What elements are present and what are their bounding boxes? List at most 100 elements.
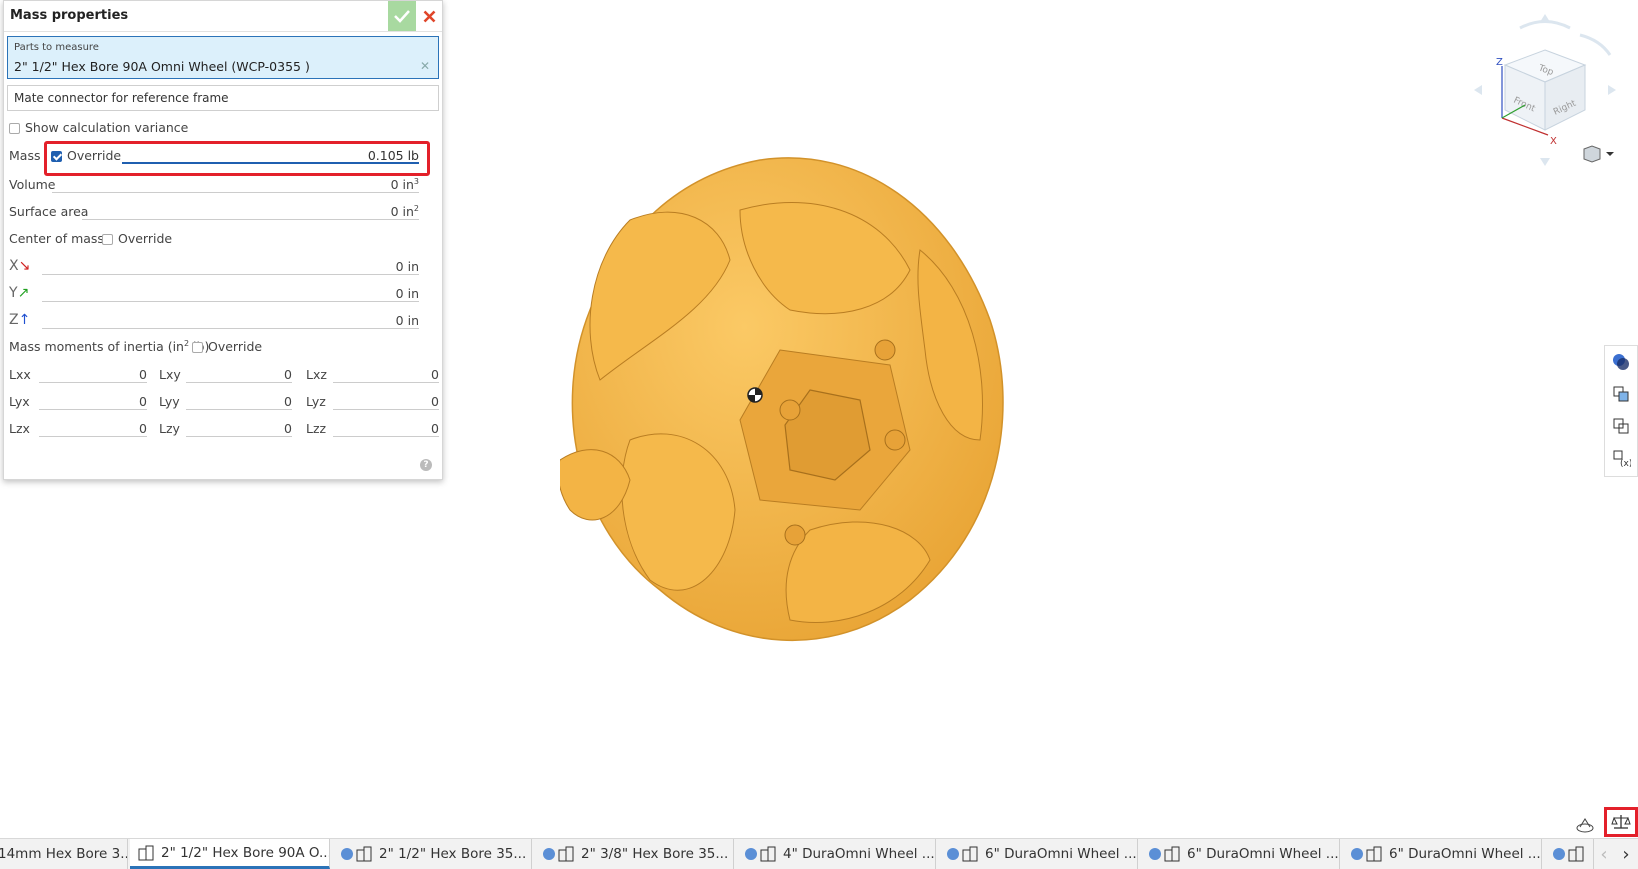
appearance-icon [1613, 354, 1629, 370]
clear-selection-icon[interactable]: ✕ [420, 59, 430, 73]
moi-value-lzy: 0 [284, 421, 292, 436]
tab-0[interactable]: 14mm Hex Bore 3... [0, 839, 128, 869]
tab-scroll-left-button[interactable]: ‹ [1594, 839, 1614, 869]
scale-icon [1611, 815, 1631, 829]
x-value: 0 in [395, 259, 419, 274]
x-field: 0 in [42, 259, 419, 275]
chevron-right-icon: › [1622, 843, 1630, 865]
moi-value-lyy: 0 [284, 394, 292, 409]
appearance-tool[interactable] [1605, 346, 1637, 378]
volume-field: 0 in3 [52, 177, 419, 193]
tab-label: 6" DuraOmni Wheel ... [985, 846, 1137, 862]
close-icon [423, 10, 435, 22]
moi-field-lxx: 0 [39, 367, 147, 383]
surface-area-field: 0 in2 [82, 204, 419, 220]
tab-label: 14mm Hex Bore 3... [0, 846, 128, 862]
moi-field-lyz: 0 [333, 394, 439, 410]
com-override[interactable]: Override [102, 231, 172, 246]
measure-tool[interactable] [1574, 815, 1596, 835]
moi-label-text: Mass moments of inertia (in [9, 339, 184, 355]
show-variance-row[interactable]: Show calculation variance [9, 120, 188, 135]
mate-connector-placeholder: Mate connector for reference frame [14, 91, 229, 105]
moi-label-lyz: Lyz [306, 394, 326, 409]
moi-override[interactable]: Override [192, 339, 262, 354]
help-icon[interactable]: ? [420, 459, 432, 471]
linked-document-icon [340, 846, 374, 862]
moi-override-checkbox[interactable] [192, 342, 203, 353]
right-side-toolbar: (x) [1604, 345, 1638, 477]
mass-properties-tool[interactable] [1604, 807, 1638, 837]
omni-wheel-model[interactable] [560, 150, 1030, 660]
x-arrow-icon: ↘ [18, 258, 31, 274]
show-variance-label: Show calculation variance [25, 120, 189, 135]
volume-label: Volume [9, 177, 56, 192]
x-axis-label: X [9, 258, 19, 274]
com-override-checkbox[interactable] [102, 234, 113, 245]
tab-label: 6" DuraOmni Wheel ... [1187, 846, 1339, 862]
show-variance-checkbox[interactable] [9, 123, 20, 134]
moi-label-lxx: Lxx [9, 367, 31, 382]
parts-to-measure-field[interactable]: Parts to measure 2" 1/2" Hex Bore 90A Om… [7, 36, 439, 79]
moi-label-lzx: Lzx [9, 421, 30, 436]
y-arrow-icon: ↗ [17, 285, 30, 301]
moi-label-lxy: Lxy [159, 367, 181, 382]
tab-5[interactable]: 6" DuraOmni Wheel ... [938, 839, 1138, 869]
mass-label: Mass [9, 148, 41, 163]
view-options-dropdown[interactable] [1578, 144, 1618, 164]
com-override-label: Override [118, 231, 173, 246]
linked-document-icon [744, 846, 778, 862]
z-field: 0 in [42, 313, 419, 329]
moi-field-lxz: 0 [333, 367, 439, 383]
tab-2[interactable]: 2" 1/2" Hex Bore 35... [332, 839, 532, 869]
moi-field-lzy: 0 [186, 421, 292, 437]
viewcube-z-label: Z [1496, 57, 1503, 68]
mass-highlight-box [44, 141, 430, 176]
moi-label: Mass moments of inertia (in2 lb) [9, 339, 209, 354]
mate-connector-field[interactable]: Mate connector for reference frame [7, 85, 439, 111]
linked-document-icon [946, 846, 980, 862]
moi-label-lyx: Lyx [9, 394, 30, 409]
parts-to-measure-label: Parts to measure [14, 42, 99, 53]
moi-value-lzx: 0 [139, 421, 147, 436]
tab-label: 4" DuraOmni Wheel ... [783, 846, 935, 862]
tab-label: 6" DuraOmni Wheel ... [1389, 846, 1541, 862]
tab-label: 2" 1/2" Hex Bore 35... [379, 846, 527, 862]
linked-document-icon [1350, 846, 1384, 862]
variables-tool[interactable]: (x) [1605, 442, 1637, 474]
moi-label-lzz: Lzz [306, 421, 327, 436]
y-value: 0 in [395, 286, 419, 301]
y-axis-row: Y↗ [9, 285, 29, 301]
tab-8-partial[interactable] [1544, 839, 1594, 869]
z-axis-row: Z↑ [9, 312, 30, 328]
tab-3[interactable]: 2" 3/8" Hex Bore 35... [534, 839, 734, 869]
dialog-header: Mass properties [4, 1, 442, 32]
accept-button[interactable] [388, 1, 416, 31]
volume-unit-exponent: 3 [413, 177, 419, 186]
mass-properties-dialog: Mass properties Parts to measure 2" 1/2"… [3, 0, 443, 480]
y-field: 0 in [42, 286, 419, 302]
variables-icon: (x) [1613, 450, 1631, 468]
chevron-down-icon [1606, 152, 1614, 156]
moi-value-lxz: 0 [431, 367, 439, 382]
tab-1[interactable]: 2" 1/2" Hex Bore 90A O... [130, 839, 330, 869]
tab-4[interactable]: 4" DuraOmni Wheel ... [736, 839, 936, 869]
viewcube-x-label: X [1550, 136, 1557, 147]
y-axis-label: Y [9, 285, 18, 301]
check-icon [394, 10, 410, 23]
moi-field-lzx: 0 [39, 421, 147, 437]
moi-value-lyx: 0 [139, 394, 147, 409]
selected-part[interactable]: 2" 1/2" Hex Bore 90A Omni Wheel (WCP-035… [14, 59, 310, 74]
surface-area-value: 0 in [390, 204, 414, 220]
tab-6[interactable]: 6" DuraOmni Wheel ... [1140, 839, 1340, 869]
chevron-left-icon: ‹ [1600, 843, 1608, 865]
instances-tool[interactable] [1605, 410, 1637, 442]
dialog-title: Mass properties [10, 8, 129, 23]
z-value: 0 in [395, 313, 419, 328]
tab-scroll-right-button[interactable]: › [1616, 839, 1636, 869]
tab-label: 2" 3/8" Hex Bore 35... [581, 846, 729, 862]
tab-7[interactable]: 6" DuraOmni Wheel ... [1342, 839, 1542, 869]
z-arrow-icon: ↑ [18, 312, 31, 328]
document-tab-bar: 14mm Hex Bore 3... 2" 1/2" Hex Bore 90A … [0, 838, 1638, 869]
parts-list-tool[interactable] [1605, 378, 1637, 410]
cancel-button[interactable] [416, 1, 442, 31]
